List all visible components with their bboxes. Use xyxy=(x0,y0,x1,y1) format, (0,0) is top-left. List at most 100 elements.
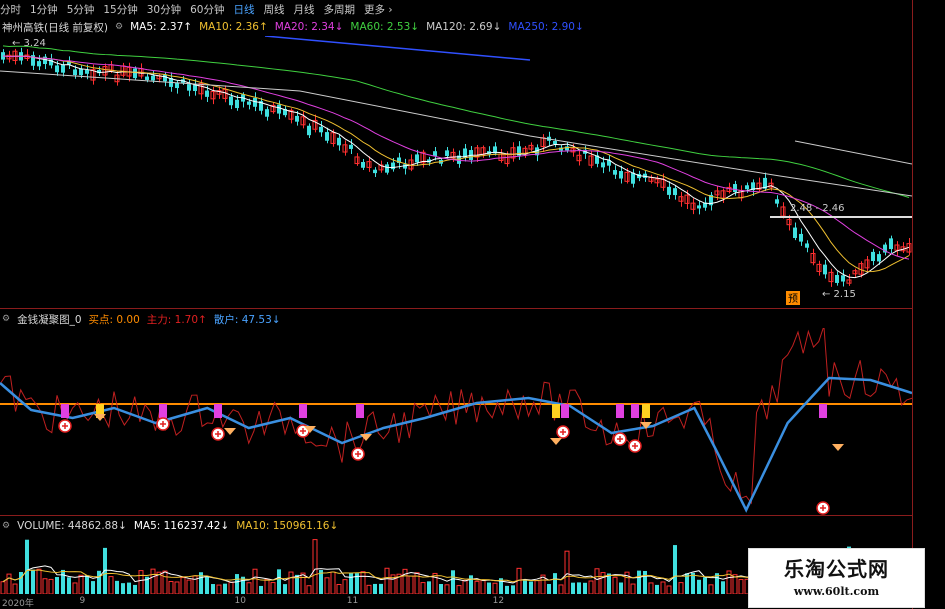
candle xyxy=(697,205,701,209)
volume-bar xyxy=(330,571,336,595)
volume-bar xyxy=(420,582,426,595)
volume-bar xyxy=(277,569,281,594)
watermark-title: 乐淘公式网 xyxy=(784,557,889,581)
volume-bar xyxy=(121,583,125,594)
period-tab[interactable]: 分时 xyxy=(0,2,21,17)
watermark-url: www.60lt.com xyxy=(793,585,880,598)
volume-bar xyxy=(349,572,353,594)
candle xyxy=(337,137,341,146)
indicator-title[interactable]: 金钱凝聚图_0 xyxy=(17,312,81,327)
period-tab[interactable]: 1分钟 xyxy=(30,2,58,17)
period-tab[interactable]: 5分钟 xyxy=(67,2,95,17)
volume-bar xyxy=(48,578,54,595)
candle xyxy=(415,154,419,163)
candle xyxy=(619,171,623,179)
period-tab[interactable]: 周线 xyxy=(264,2,285,17)
legend-item: MA10: 150961.16↓ xyxy=(236,520,339,532)
volume-bar xyxy=(31,569,35,594)
volume-bar xyxy=(324,577,330,595)
candle xyxy=(373,169,377,174)
settings-icon[interactable]: ⚙ xyxy=(2,521,10,531)
volume-bar xyxy=(480,579,486,595)
volume-bar xyxy=(462,579,468,595)
signal-bar xyxy=(819,404,827,418)
volume-bar xyxy=(511,585,515,594)
volume-bar xyxy=(264,578,270,595)
date-tick: 10 xyxy=(234,596,246,606)
candle xyxy=(325,132,329,141)
candle xyxy=(601,162,605,168)
candle xyxy=(55,65,59,73)
candle xyxy=(745,185,749,190)
volume-bar xyxy=(637,570,641,594)
volume-bar xyxy=(655,584,659,594)
period-tab[interactable]: 日线 xyxy=(234,2,255,17)
legend-item: MA5: 2.37↑ xyxy=(130,21,193,33)
candle xyxy=(295,115,299,122)
price-label: ← 2.15 xyxy=(822,289,856,300)
price-chart[interactable]: ← 3.24 2.48 - 2.46 ← 2.15 预 xyxy=(0,35,913,308)
volume-bar xyxy=(72,582,78,595)
settings-icon[interactable]: ⚙ xyxy=(115,22,123,32)
candle xyxy=(823,264,827,275)
panel-divider xyxy=(0,515,912,516)
legend-item: 主力: 1.70↑ xyxy=(146,313,207,326)
volume-bar xyxy=(306,585,312,595)
panel-divider xyxy=(0,308,912,309)
volume-title[interactable]: VOLUME: 44862.88↓ xyxy=(17,520,127,532)
volume-bar xyxy=(133,584,137,594)
candle xyxy=(793,227,797,238)
volume-bar xyxy=(283,584,287,594)
price-axis xyxy=(912,0,945,609)
volume-bar xyxy=(469,575,473,594)
period-tab[interactable]: 30分钟 xyxy=(147,2,181,17)
volume-bar xyxy=(19,572,23,594)
volume-bar xyxy=(703,577,707,594)
volume-bar xyxy=(630,583,636,595)
volume-bar xyxy=(12,583,18,595)
period-tab[interactable]: 更多 › xyxy=(364,2,393,17)
candle xyxy=(133,68,137,79)
candle xyxy=(175,82,179,89)
indicator-legend: ⚙ 金钱凝聚图_0 买点: 0.00 主力: 1.70↑ 散户: 47.53↓ xyxy=(2,310,945,328)
volume-bar xyxy=(36,568,42,595)
candle xyxy=(307,125,311,136)
volume-bar xyxy=(0,581,6,595)
volume-bar xyxy=(439,584,443,594)
diamond-marker xyxy=(550,438,562,445)
volume-bar xyxy=(564,550,570,595)
diamond-marker xyxy=(224,428,236,435)
ma-line xyxy=(0,70,913,197)
signal-bar xyxy=(631,404,639,418)
period-tab[interactable]: 60分钟 xyxy=(190,2,224,17)
volume-bar xyxy=(451,570,455,594)
volume-bar xyxy=(85,575,89,594)
diamond-marker xyxy=(360,434,372,441)
volume-bar xyxy=(360,571,366,595)
volume-bar xyxy=(697,579,701,594)
signal-bar xyxy=(552,404,560,418)
signal-bar xyxy=(356,404,364,418)
volume-bar xyxy=(427,581,431,594)
period-toolbar: 分时 1分钟 5分钟 15分钟 30分钟 60分钟 日线 周线 月线 多周期 更多 › xyxy=(0,0,945,18)
period-tab[interactable]: 月线 xyxy=(294,2,315,17)
legend-item: MA5: 116237.42↓ xyxy=(133,520,230,532)
candle xyxy=(385,164,389,173)
volume-bar xyxy=(666,585,672,595)
volume-bar xyxy=(505,585,509,594)
date-tick: 2020年 xyxy=(2,599,34,609)
ma-line xyxy=(264,35,531,61)
candle xyxy=(145,76,149,80)
period-tab[interactable]: 多周期 xyxy=(324,2,356,17)
volume-bar xyxy=(180,577,186,595)
candle xyxy=(553,141,557,145)
volume-bar xyxy=(678,582,684,595)
stock-title[interactable]: 神州高铁(日线 前复权) xyxy=(2,20,108,35)
candle xyxy=(631,172,635,184)
volume-bar xyxy=(223,583,227,594)
ma-line xyxy=(2,55,910,279)
indicator-chart[interactable] xyxy=(0,325,913,516)
period-tab[interactable]: 15分钟 xyxy=(103,2,137,17)
candle xyxy=(73,69,77,76)
settings-icon[interactable]: ⚙ xyxy=(2,314,10,324)
